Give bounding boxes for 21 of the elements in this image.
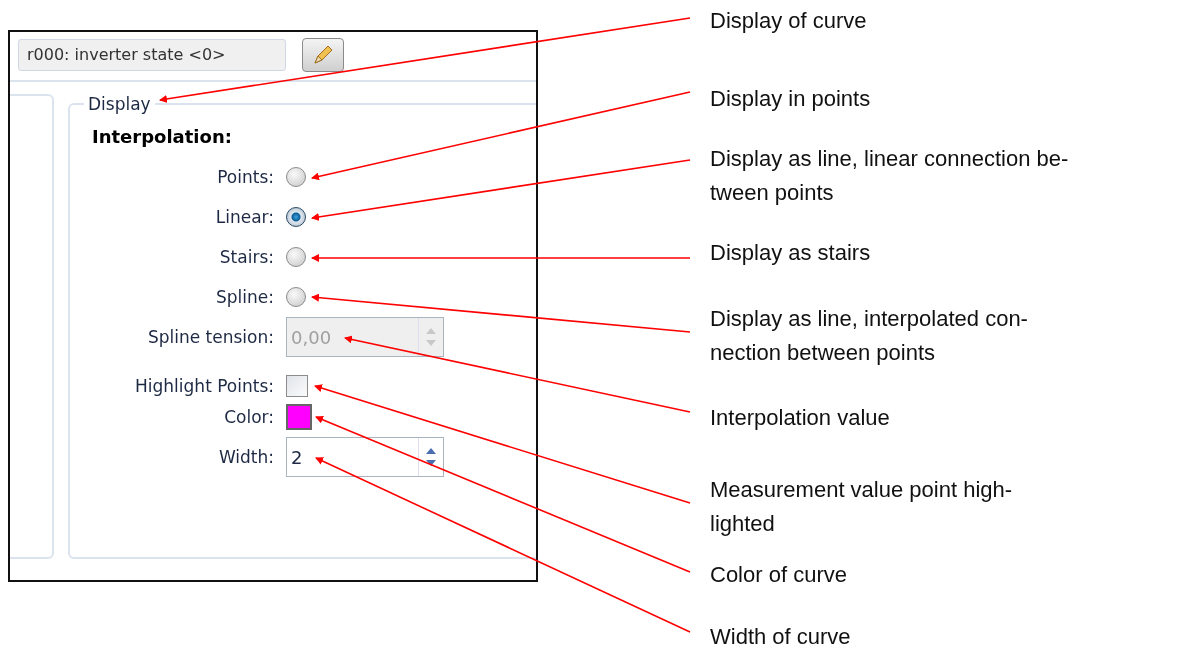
callout-text: Display in points <box>710 85 871 113</box>
callout-text: Width of curve <box>710 623 851 648</box>
field-label: Color: <box>223 407 274 427</box>
callout-text: Display as line, interpolated con- nection between points <box>710 305 1028 367</box>
option-label: Points: <box>216 167 274 187</box>
option-label: Spline: <box>215 287 274 307</box>
callout-text: Display as stairs <box>710 239 871 267</box>
callout-text: Interpolation value <box>710 404 890 432</box>
callout-text: Measurement value point high- lighted <box>710 476 1013 538</box>
callout-text: Color of curve <box>710 561 847 589</box>
field-label: Width: <box>217 446 274 469</box>
field-label: Spline tension: <box>146 326 274 349</box>
width-field[interactable]: 2 <box>286 437 444 477</box>
group-title: Display <box>87 94 152 114</box>
interpolation-heading: Interpolation: <box>92 126 233 147</box>
option-label: Stairs: <box>218 247 274 267</box>
callout-text: Display of curve <box>710 7 867 35</box>
callout-text: Display as line, linear connection be- tween points <box>710 145 1069 207</box>
parameter-field[interactable]: r000: inverter state <0> <box>18 39 286 71</box>
option-label: Linear: <box>214 207 274 227</box>
field-label: Highlight Points: <box>134 376 274 396</box>
